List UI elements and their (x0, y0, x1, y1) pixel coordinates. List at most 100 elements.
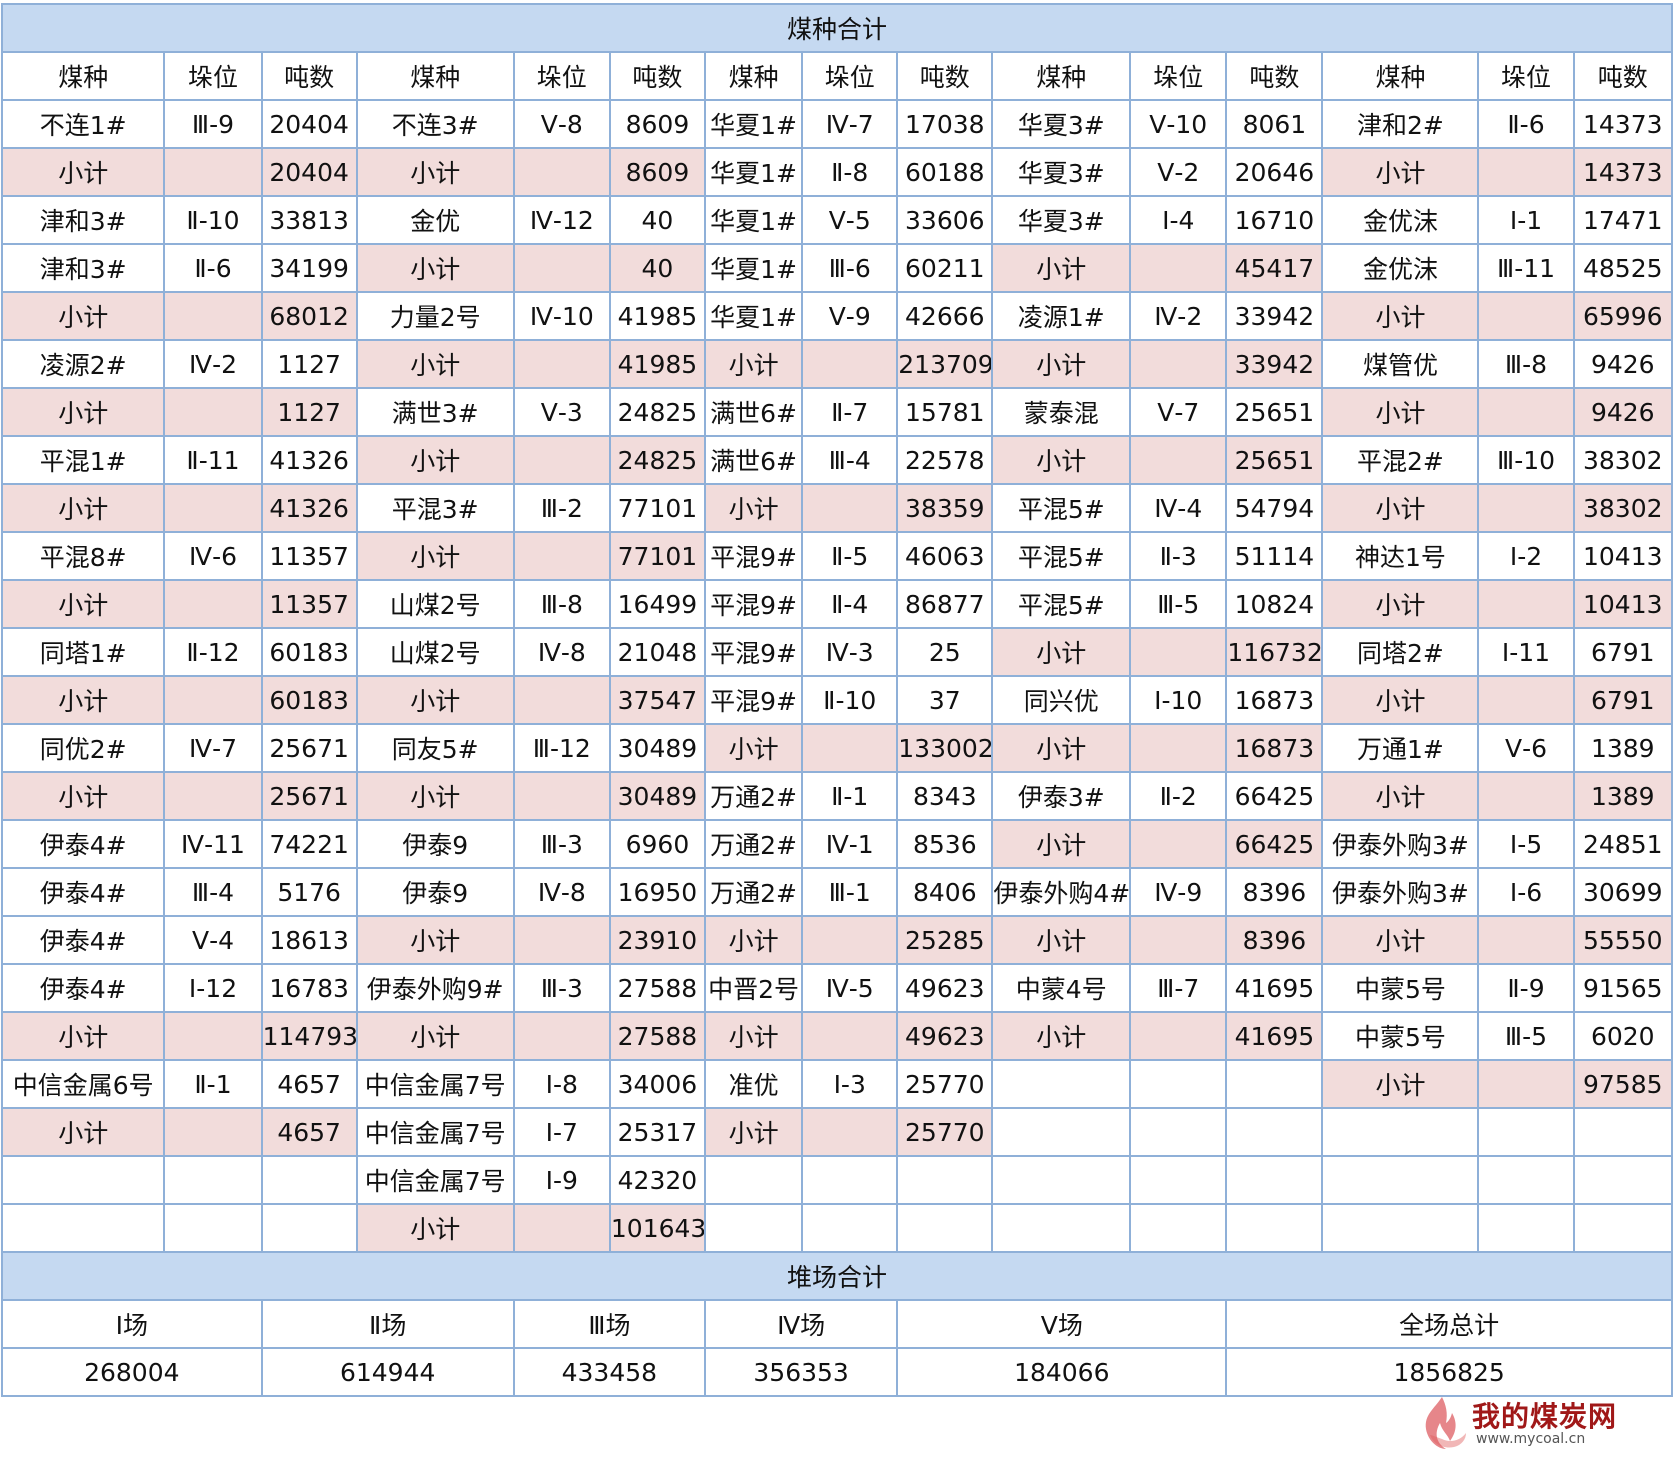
tonnage-cell: 45417 (1225, 243, 1324, 293)
pile-position-cell: Ⅲ-4 (163, 867, 263, 917)
coal-type-cell: 中信金属7号 (355, 1155, 515, 1205)
column-header: 垛位 (163, 51, 263, 101)
summary-section: 堆场合计 Ⅰ场 Ⅱ场 Ⅲ场 Ⅳ场 Ⅴ场 全场总计 268004 614944 433458 35… (1, 1251, 1673, 1397)
pile-position-cell: Ⅳ-3 (801, 627, 899, 677)
table-row: 中信金属6号 Ⅱ-1 4657 中信金属7号 Ⅰ-8 34006 准优 Ⅰ-3 25770 小计 9… (0, 1059, 1674, 1109)
pile-position-cell: Ⅳ-1 (801, 819, 899, 869)
pile-position-cell: Ⅲ-3 (512, 963, 611, 1013)
coal-type-cell: 小计 (991, 819, 1132, 869)
summary-value-row: 268004 614944 433458 356353 184066 1856825 (1, 1347, 1673, 1397)
tonnage-cell: 116732 (1225, 627, 1324, 677)
yard-total: 184066 (896, 1347, 1228, 1397)
yard-total: 356353 (703, 1347, 899, 1397)
tonnage-cell: 4657 (260, 1107, 358, 1157)
tonnage-cell: 16783 (260, 963, 358, 1013)
column-header: 吨数 (1225, 51, 1324, 101)
tonnage-cell: 25651 (1225, 435, 1324, 485)
coal-type-cell: 小计 (0, 291, 166, 341)
coal-type-cell: 伊泰外购4# (991, 867, 1132, 917)
pile-position-cell: Ⅲ-8 (512, 579, 611, 629)
pile-position-cell (512, 1203, 611, 1253)
coal-type-cell: 万通2# (703, 771, 804, 821)
column-header: 垛位 (801, 51, 899, 101)
tonnage-cell: 24825 (608, 435, 706, 485)
tonnage-cell: 1389 (1572, 723, 1674, 773)
coal-type-cell: 津和3# (0, 195, 166, 245)
pile-position-cell: Ⅱ-4 (801, 579, 899, 629)
tonnage-cell: 18613 (260, 915, 358, 965)
coal-type-cell: 伊泰4# (0, 867, 166, 917)
coal-type-cell: 华夏1# (703, 291, 804, 341)
tonnage-cell (1225, 1155, 1324, 1205)
table-row: 小计 4657 中信金属7号 Ⅰ-7 25317 小计 25770 (0, 1107, 1674, 1157)
pile-position-cell (163, 579, 263, 629)
pile-position-cell (1477, 771, 1575, 821)
tonnage-cell: 49623 (896, 963, 994, 1013)
tonnage-cell: 4657 (260, 1059, 358, 1109)
pile-position-cell: Ⅲ-8 (1477, 339, 1575, 389)
coal-type-cell: 小计 (991, 435, 1132, 485)
coal-type-cell (1321, 1107, 1480, 1157)
coal-type-cell: 中蒙5号 (1321, 1011, 1480, 1061)
coal-type-cell: 小计 (0, 771, 166, 821)
coal-type-cell: 小计 (991, 1011, 1132, 1061)
pile-position-cell: Ⅱ-3 (1129, 531, 1228, 581)
column-header: 吨数 (260, 51, 358, 101)
tonnage-cell: 33942 (1225, 291, 1324, 341)
pile-position-cell: Ⅲ-6 (801, 243, 899, 293)
tonnage-cell: 25285 (896, 915, 994, 965)
pile-position-cell (512, 531, 611, 581)
tonnage-cell: 48525 (1572, 243, 1674, 293)
pile-position-cell: Ⅴ-9 (801, 291, 899, 341)
coal-type-cell: 同塔2# (1321, 627, 1480, 677)
tonnage-cell: 42320 (608, 1155, 706, 1205)
pile-position-cell: Ⅰ-4 (1129, 195, 1228, 245)
pile-position-cell (1129, 627, 1228, 677)
coal-type-cell: 小计 (355, 531, 515, 581)
tonnage-cell: 51114 (1225, 531, 1324, 581)
pile-position-cell (1477, 483, 1575, 533)
pile-position-cell: Ⅰ-5 (1477, 819, 1575, 869)
column-header: 垛位 (1477, 51, 1575, 101)
pile-position-cell (801, 1155, 899, 1205)
tonnage-cell: 22578 (896, 435, 994, 485)
table-row: 同优2# Ⅳ-7 25671 同友5# Ⅲ-12 30489 小计 133002 小计 16873… (0, 723, 1674, 773)
yard-header: Ⅱ场 (260, 1299, 515, 1349)
pile-position-cell: Ⅳ-8 (512, 867, 611, 917)
pile-position-cell (801, 483, 899, 533)
tonnage-cell: 1389 (1572, 771, 1674, 821)
coal-type-cell: 小计 (703, 915, 804, 965)
pile-position-cell: Ⅳ-6 (163, 531, 263, 581)
table-row: 伊泰4# Ⅲ-4 5176 伊泰9 Ⅳ-8 16950 万通2# Ⅲ-1 8406 伊泰外购4# Ⅳ… (0, 867, 1674, 917)
coal-type-cell (0, 1203, 166, 1253)
tonnage-cell: 8061 (1225, 99, 1324, 149)
tonnage-cell: 41326 (260, 483, 358, 533)
pile-position-cell (1477, 1059, 1575, 1109)
pile-position-cell: Ⅲ-2 (512, 483, 611, 533)
coal-type-cell: 金优 (355, 195, 515, 245)
coal-type-cell: 小计 (1321, 915, 1480, 965)
table-title: 煤种合计 (1, 3, 1673, 53)
coal-type-cell: 小计 (1321, 675, 1480, 725)
column-header: 吨数 (608, 51, 706, 101)
coal-type-cell: 小计 (991, 723, 1132, 773)
tonnage-cell: 25671 (260, 771, 358, 821)
pile-position-cell: Ⅰ-6 (1477, 867, 1575, 917)
coal-type-cell: 小计 (355, 435, 515, 485)
tonnage-cell: 25671 (260, 723, 358, 773)
coal-type-cell: 小计 (1321, 147, 1480, 197)
tonnage-cell: 37 (896, 675, 994, 725)
coal-type-cell: 同优2# (0, 723, 166, 773)
pile-position-cell: Ⅴ-2 (1129, 147, 1228, 197)
pile-position-cell: Ⅰ-8 (512, 1059, 611, 1109)
tonnage-cell: 16950 (608, 867, 706, 917)
pile-position-cell: Ⅱ-6 (1477, 99, 1575, 149)
table-row: 伊泰4# Ⅴ-4 18613 小计 23910 小计 25285 小计 8396 小计 55550 (0, 915, 1674, 965)
table-row: 小计 68012 力量2号 Ⅳ-10 41985 华夏1# Ⅴ-9 42666 凌源1# Ⅳ-2 3… (0, 291, 1674, 341)
yard-header: Ⅰ场 (1, 1299, 263, 1349)
tonnage-cell: 20404 (260, 147, 358, 197)
coal-type-cell: 小计 (0, 147, 166, 197)
tonnage-cell: 16710 (1225, 195, 1324, 245)
tonnage-cell: 40 (608, 195, 706, 245)
yard-header: Ⅴ场 (896, 1299, 1228, 1349)
